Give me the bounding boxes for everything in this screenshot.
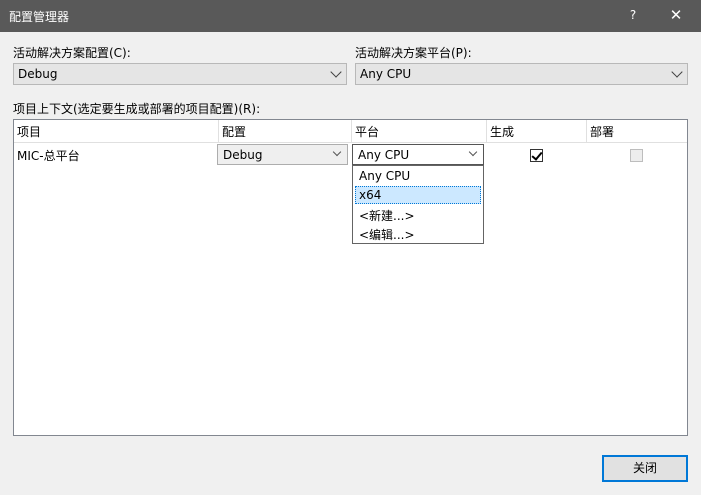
row-config-value: Debug <box>223 148 263 162</box>
dropdown-option-edit[interactable]: <编辑...> <box>355 224 481 242</box>
chevron-down-icon <box>671 66 683 78</box>
row-platform-select[interactable]: Any CPU <box>352 144 484 165</box>
solution-config-value: Debug <box>18 67 58 81</box>
chevron-down-icon <box>330 66 342 78</box>
title-bar: 配置管理器 ? ✕ <box>0 0 701 32</box>
row-platform-value: Any CPU <box>358 148 410 162</box>
close-button[interactable]: 关闭 <box>602 455 688 482</box>
project-context-grid: 项目 配置 平台 生成 部署 MIC-总平台 Debug Any CPU <box>13 119 688 436</box>
column-header-config[interactable]: 配置 <box>219 120 352 142</box>
dropdown-option-x64[interactable]: x64 <box>355 186 481 204</box>
row-config-select[interactable]: Debug <box>217 144 348 165</box>
project-name: MIC-总平台 <box>17 149 80 163</box>
column-header-deploy[interactable]: 部署 <box>587 120 687 142</box>
dropdown-option-new[interactable]: <新建...> <box>355 205 481 223</box>
solution-platform-select[interactable]: Any CPU <box>355 63 688 85</box>
column-header-platform[interactable]: 平台 <box>352 120 487 142</box>
chevron-down-icon <box>332 147 342 157</box>
chevron-down-icon <box>468 147 478 157</box>
column-header-build[interactable]: 生成 <box>487 120 587 142</box>
solution-platform-label: 活动解决方案平台(P): <box>355 46 472 60</box>
window-title: 配置管理器 <box>9 10 70 24</box>
project-context-label: 项目上下文(选定要生成或部署的项目配置)(R): <box>13 102 261 116</box>
solution-config-label: 活动解决方案配置(C): <box>13 46 131 60</box>
build-checkbox[interactable] <box>530 149 543 162</box>
column-header-project[interactable]: 项目 <box>14 120 219 142</box>
close-window-button[interactable]: ✕ <box>667 6 685 24</box>
solution-platform-value: Any CPU <box>360 67 412 81</box>
solution-config-select[interactable]: Debug <box>13 63 347 85</box>
dropdown-option-any-cpu[interactable]: Any CPU <box>355 167 481 185</box>
help-button[interactable]: ? <box>626 8 640 22</box>
grid-header: 项目 配置 平台 生成 部署 <box>14 120 687 143</box>
table-row[interactable]: MIC-总平台 Debug Any CPU <box>14 142 687 165</box>
deploy-checkbox <box>630 149 643 162</box>
platform-dropdown-list: Any CPU x64 <新建...> <编辑...> <box>352 165 484 244</box>
